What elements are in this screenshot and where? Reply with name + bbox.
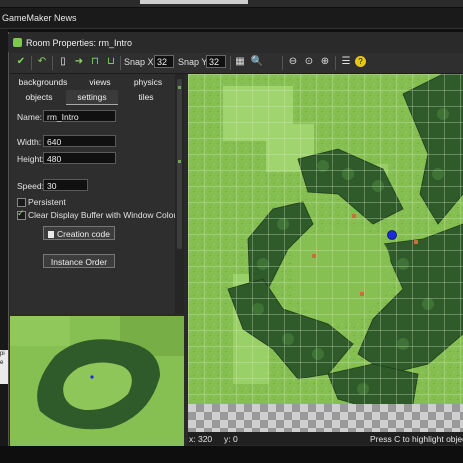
confirm-check-icon[interactable]: ✔ — [14, 55, 28, 69]
help-icon[interactable]: ? — [355, 56, 366, 67]
width-label: Width: — [17, 137, 42, 147]
tab-settings[interactable]: settings — [66, 90, 118, 105]
news-title: GameMaker News — [2, 13, 77, 23]
clear-buffer-label: Clear Display Buffer with Window Colour — [28, 210, 181, 220]
top-tab[interactable] — [140, 0, 248, 4]
status-x: x: 320 — [189, 434, 213, 444]
room-minimap[interactable] — [10, 316, 184, 446]
room-map-svg — [188, 74, 463, 432]
player-object-icon — [387, 230, 397, 240]
tab-tiles[interactable]: tiles — [120, 90, 172, 104]
clip-line: e — [0, 360, 4, 366]
news-bar: GameMaker News — [0, 8, 463, 29]
creation-code-button[interactable]: Creation code — [43, 226, 115, 240]
document-icon — [48, 231, 55, 238]
scrollbar-thumb[interactable] — [177, 79, 182, 249]
undo-icon[interactable]: ↶ — [35, 55, 49, 69]
name-field[interactable]: rm_Intro — [43, 110, 116, 122]
zoom-reset-icon[interactable]: ⊙ — [302, 55, 316, 69]
minimap-canvas — [10, 316, 184, 446]
instance-order-label: Instance Order — [50, 257, 108, 267]
room-toolbar: ✔ ↶ ▯ ➜ ⊓ ⊔ Snap X: 32 Snap Y: 32 ▦ 🔍 ⊖ … — [10, 53, 463, 74]
speed-field[interactable]: 30 — [43, 179, 88, 191]
creation-code-label: Creation code — [57, 229, 110, 239]
zoom-in-icon[interactable]: ⊕ — [318, 55, 332, 69]
status-hint: Press C to highlight objec — [370, 434, 463, 444]
gamemaker-icon — [13, 38, 22, 47]
instance-order-button[interactable]: Instance Order — [43, 254, 115, 268]
zoom-dropdown-icon[interactable]: 🔍 — [250, 55, 264, 69]
tab-physics[interactable]: physics — [127, 75, 169, 89]
tab-objects[interactable]: objects — [13, 90, 65, 104]
panel-scrollbar[interactable] — [175, 74, 184, 314]
persistent-label: Persistent — [28, 197, 66, 207]
clip-line: pi — [0, 351, 5, 357]
left-edge-panel — [0, 29, 8, 463]
arrow-right-icon[interactable]: ➜ — [72, 55, 86, 69]
height-label: Height: — [17, 154, 44, 164]
list-icon[interactable]: ☰ — [339, 55, 353, 69]
snap-y-label: Snap Y: — [178, 57, 210, 67]
unlock-icon[interactable]: ⊔ — [104, 55, 118, 69]
room-outside-area — [188, 404, 463, 432]
width-field[interactable]: 640 — [43, 135, 116, 147]
persistent-checkbox[interactable] — [17, 198, 26, 207]
name-label: Name: — [17, 112, 43, 122]
clear-buffer-checkbox[interactable] — [17, 208, 26, 220]
snap-x-label: Snap X: — [124, 57, 157, 67]
zoom-out-icon[interactable]: ⊖ — [286, 55, 300, 69]
status-bar: x: 320 y: 0 Press C to highlight objec — [188, 432, 463, 445]
snap-x-input[interactable]: 32 — [154, 55, 174, 68]
tab-views[interactable]: views — [74, 75, 126, 89]
grid-icon[interactable]: ▦ — [233, 55, 247, 69]
left-clipped-text: pi e — [0, 350, 8, 384]
settings-panel: backgrounds views physics objects settin… — [10, 74, 184, 314]
new-page-icon[interactable]: ▯ — [56, 55, 70, 69]
room-canvas[interactable] — [188, 74, 463, 432]
window-titlebar: Room Properties: rm_Intro — [8, 34, 463, 52]
bottom-bar — [0, 446, 463, 463]
status-y: y: 0 — [224, 434, 238, 444]
top-strip — [0, 0, 463, 7]
scroll-marker-icon — [178, 86, 181, 89]
height-field[interactable]: 480 — [43, 152, 116, 164]
scroll-marker-icon — [178, 160, 181, 163]
snap-y-input[interactable]: 32 — [206, 55, 226, 68]
lock-icon[interactable]: ⊓ — [88, 55, 102, 69]
window-title: Room Properties: rm_Intro — [26, 38, 133, 48]
tab-backgrounds[interactable]: backgrounds — [13, 75, 73, 89]
speed-label: Speed: — [17, 181, 44, 191]
